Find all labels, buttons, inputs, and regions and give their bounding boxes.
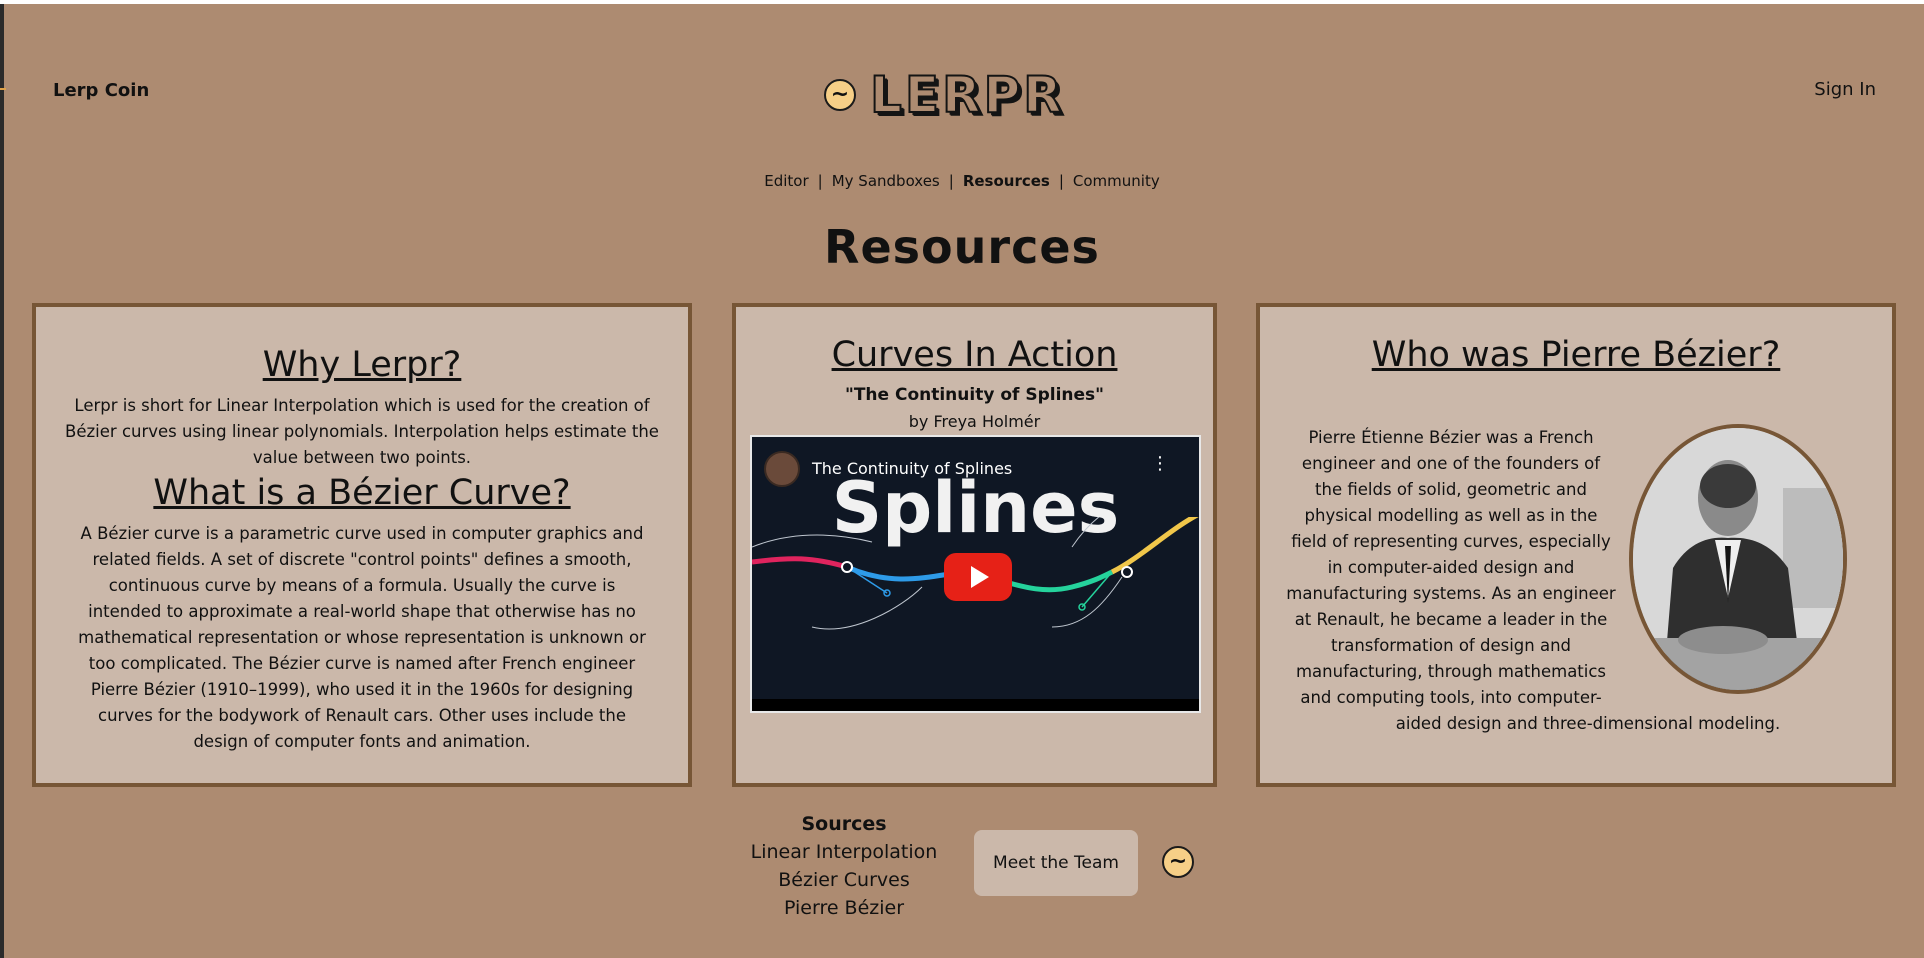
sources-list: Sources Linear Interpolation Bézier Curv…: [722, 810, 966, 922]
pierre-bezier-heading: Who was Pierre Bézier?: [1371, 335, 1781, 375]
nav-editor[interactable]: Editor: [764, 172, 808, 190]
video-bottom-bar: [752, 699, 1199, 711]
curves-in-action-card: Curves In Action "The Continuity of Spli…: [732, 303, 1217, 787]
video-byline: by Freya Holmér: [908, 412, 1041, 431]
nav-resources[interactable]: Resources: [963, 172, 1050, 190]
page-title: Resources: [824, 220, 1100, 274]
sign-in-link[interactable]: Sign In: [1814, 79, 1876, 100]
pierre-bezier-card: Who was Pierre Bézier? Pierre Étienne Bé…: [1256, 303, 1896, 787]
pierre-bezier-bio-end: aided design and three-dimensional model…: [1395, 714, 1781, 733]
source-link-pierre-bezier[interactable]: Pierre Bézier: [722, 894, 966, 922]
nav-separator: |: [948, 172, 954, 190]
pierre-bezier-bio: Pierre Étienne Bézier was a French engin…: [1286, 428, 1616, 707]
nav-my-sandboxes[interactable]: My Sandboxes: [832, 172, 940, 190]
why-lerpr-heading: Why Lerpr?: [262, 345, 462, 385]
wave-logo-icon: ~: [824, 79, 856, 111]
meet-the-team-button[interactable]: Meet the Team: [974, 830, 1138, 896]
bezier-curve-heading: What is a Bézier Curve?: [153, 473, 571, 513]
video-embed[interactable]: The Continuity of Splines ⋮ Splines: [750, 435, 1201, 713]
why-lerpr-text: Lerpr is short for Linear Interpolation …: [65, 396, 659, 467]
bezier-curve-text: A Bézier curve is a parametric curve use…: [78, 524, 646, 751]
logo-text: LERPR: [869, 65, 1065, 125]
lerp-coin-link[interactable]: Lerp Coin: [53, 80, 149, 101]
youtube-play-icon[interactable]: [944, 553, 1012, 601]
pierre-bezier-portrait: [1629, 424, 1847, 694]
video-quote: "The Continuity of Splines": [844, 385, 1105, 405]
sources-title: Sources: [801, 813, 887, 835]
top-edge: [0, 0, 1924, 4]
nav-separator: |: [817, 172, 823, 190]
wave-logo-icon[interactable]: ~: [1162, 846, 1194, 878]
main-nav: Editor | My Sandboxes | Resources | Community: [0, 172, 1924, 190]
nav-separator: |: [1058, 172, 1064, 190]
site-logo[interactable]: ~ LERPR: [824, 65, 1065, 125]
source-link-linear-interpolation[interactable]: Linear Interpolation: [722, 838, 966, 866]
curves-in-action-heading: Curves In Action: [831, 335, 1118, 375]
why-lerpr-card: Why Lerpr? Lerpr is short for Linear Int…: [32, 303, 692, 787]
spline-illustration: [752, 517, 1199, 630]
source-link-bezier-curves[interactable]: Bézier Curves: [722, 866, 966, 894]
left-edge-marker: [0, 88, 6, 90]
nav-community[interactable]: Community: [1073, 172, 1160, 190]
portrait-figure: [1633, 428, 1843, 690]
left-edge: [0, 4, 4, 958]
